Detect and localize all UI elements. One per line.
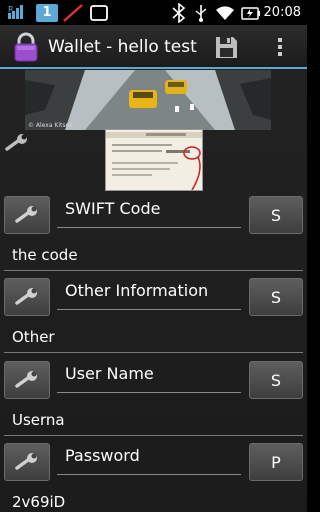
wrench-icon[interactable]: [4, 133, 30, 153]
battery-charging-icon: [240, 0, 262, 25]
carrier-badge: 1: [42, 5, 52, 20]
field-value-input[interactable]: Other: [4, 323, 303, 353]
field-type-button[interactable]: P: [249, 443, 303, 481]
field-swift-code: SWIFT Code S: [0, 192, 307, 240]
field-value-input[interactable]: Userna: [4, 406, 303, 436]
usb-icon: [193, 0, 209, 25]
no-signal-slash-icon: [62, 0, 84, 25]
wallet-entry-content: © Alexa Kitsos SWIFT Code S the code Oth…: [0, 69, 307, 512]
field-type-button[interactable]: S: [249, 361, 303, 399]
field-settings-button[interactable]: [4, 443, 50, 481]
field-settings-button[interactable]: [4, 278, 50, 316]
wrench-icon: [15, 371, 37, 388]
status-bar: R 1 20:08: [0, 0, 307, 25]
field-label-input[interactable]: Other Information: [57, 276, 241, 310]
save-button[interactable]: [211, 32, 241, 62]
field-settings-button[interactable]: [4, 361, 50, 399]
field-type-button[interactable]: S: [249, 278, 303, 316]
field-label-input[interactable]: Password: [57, 441, 241, 475]
overflow-menu-button[interactable]: [270, 32, 290, 62]
notification-box-icon: [89, 0, 109, 25]
clock: 20:08: [263, 5, 301, 20]
action-bar: Wallet - hello test: [0, 25, 307, 69]
header-photo[interactable]: © Alexa Kitsos: [25, 70, 271, 130]
field-value-input[interactable]: 2v69iD: [4, 488, 303, 512]
field-value-input[interactable]: the code: [4, 241, 303, 271]
bluetooth-off-icon: [170, 0, 188, 25]
overflow-menu-icon: [278, 38, 282, 56]
field-other-information: Other Information S: [0, 274, 307, 322]
wrench-icon: [15, 206, 37, 223]
field-label-input[interactable]: User Name: [57, 359, 241, 393]
floppy-disk-icon: [216, 37, 237, 58]
app-title: Wallet - hello test: [48, 37, 197, 57]
padlock-icon[interactable]: [10, 31, 42, 63]
field-password: Password P: [0, 439, 307, 487]
field-settings-button[interactable]: [4, 196, 50, 234]
scanned-document-thumbnail[interactable]: [105, 129, 203, 191]
wrench-icon: [15, 453, 37, 470]
photo-caption: © Alexa Kitsos: [28, 122, 73, 129]
wrench-icon: [15, 288, 37, 305]
wifi-icon: [214, 0, 236, 25]
field-label-input[interactable]: SWIFT Code: [57, 194, 241, 228]
field-user-name: User Name S: [0, 357, 307, 405]
field-type-button[interactable]: S: [249, 196, 303, 234]
